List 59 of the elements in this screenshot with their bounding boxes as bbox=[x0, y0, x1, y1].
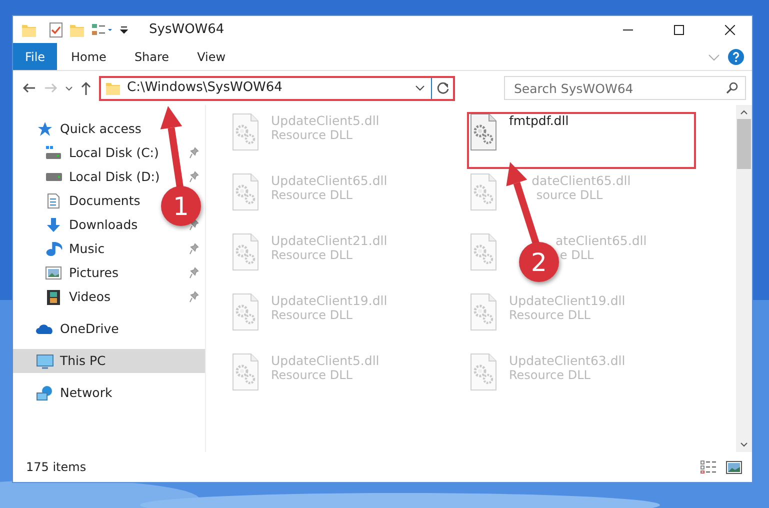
sidebar-item[interactable]: Videos bbox=[13, 285, 117, 309]
search-icon bbox=[726, 82, 738, 94]
file-type: source DLL bbox=[536, 188, 604, 203]
file-menu-button[interactable]: File bbox=[13, 43, 57, 70]
file-type: Resource DLL bbox=[271, 248, 354, 263]
maximize-icon bbox=[674, 24, 684, 34]
monitor-icon bbox=[36, 353, 54, 369]
ribbon-tab[interactable]: Share bbox=[120, 43, 184, 70]
large-icons-view-icon[interactable] bbox=[726, 460, 742, 474]
file-type: Resource DLL bbox=[509, 308, 592, 323]
sidebar-item[interactable]: This PC bbox=[13, 349, 205, 373]
scroll-thumb[interactable] bbox=[737, 119, 751, 169]
sidebar-item[interactable]: OneDrive bbox=[13, 317, 205, 341]
down-arrow-icon bbox=[45, 217, 63, 233]
scrollbar[interactable] bbox=[736, 105, 752, 452]
ribbon-tab[interactable]: View bbox=[183, 43, 240, 70]
up-arrow-icon[interactable] bbox=[79, 80, 93, 96]
address-field[interactable]: C:\Windows\SysWOW64 bbox=[99, 76, 455, 100]
sidebar-item[interactable]: Network bbox=[13, 381, 205, 405]
network-icon bbox=[36, 385, 54, 401]
file-type: e DLL bbox=[560, 248, 595, 263]
sidebar-item[interactable]: Documents bbox=[13, 189, 146, 213]
close-icon bbox=[724, 24, 734, 34]
step-number: 1 bbox=[161, 186, 201, 226]
star-icon bbox=[36, 121, 54, 137]
sidebar-item[interactable]: Quick access bbox=[13, 117, 205, 141]
gear-file-icon[interactable] bbox=[468, 113, 499, 151]
pin-icon[interactable] bbox=[189, 291, 199, 303]
music-note-icon bbox=[45, 241, 63, 257]
file-type: Resource DLL bbox=[509, 368, 592, 383]
help-icon[interactable] bbox=[728, 48, 744, 64]
sidebar-item[interactable]: Downloads bbox=[13, 213, 144, 237]
search-field[interactable]: Search SysWOW64 bbox=[504, 76, 746, 100]
folder-icon bbox=[105, 80, 121, 96]
file-type: Resource DLL bbox=[271, 128, 354, 143]
drive-icon bbox=[45, 145, 63, 161]
sidebar-item[interactable]: Local Disk (D:) bbox=[13, 165, 166, 189]
file-type: Resource DLL bbox=[271, 188, 354, 203]
chevron-down-icon bbox=[415, 83, 425, 93]
details-view-icon[interactable] bbox=[700, 460, 718, 474]
file-type: Resource DLL bbox=[271, 368, 354, 383]
pin-icon[interactable] bbox=[189, 243, 199, 255]
picture-icon bbox=[45, 265, 63, 281]
sidebar-item[interactable]: Music bbox=[13, 237, 111, 261]
pin-icon[interactable] bbox=[189, 219, 199, 231]
file-type: Resource DLL bbox=[271, 308, 354, 323]
refresh-icon bbox=[436, 82, 448, 94]
sidebar-item[interactable]: Pictures bbox=[13, 261, 124, 285]
checklist-icon[interactable] bbox=[49, 22, 63, 38]
file-name[interactable]: fmtpdf.dll bbox=[509, 113, 569, 128]
pin-icon[interactable] bbox=[189, 171, 199, 183]
window-title: SysWOW64 bbox=[149, 20, 224, 39]
film-icon bbox=[45, 289, 63, 305]
sidebar-item[interactable]: Local Disk (C:) bbox=[13, 141, 165, 165]
item-count: 175 items bbox=[26, 459, 86, 476]
pin-icon[interactable] bbox=[189, 267, 199, 279]
ribbon-tab[interactable]: Home bbox=[57, 43, 120, 70]
properties-icon[interactable] bbox=[91, 22, 113, 38]
pin-icon[interactable] bbox=[189, 147, 199, 159]
